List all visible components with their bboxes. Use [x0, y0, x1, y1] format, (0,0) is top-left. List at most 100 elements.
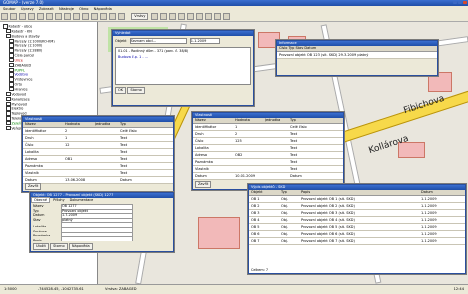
pan-icon[interactable]	[55, 13, 62, 20]
menu-window[interactable]: Okno	[79, 7, 88, 11]
property-row[interactable]: Lokalita Text	[23, 149, 173, 156]
report-row[interactable]: OB 1 Obj. Provozní objekt OB 1 (sit. SKD) 1…	[249, 196, 465, 203]
close-button[interactable]: Zavřít	[25, 183, 42, 190]
redo-icon[interactable]	[195, 13, 203, 20]
date-field[interactable]: 1.1.2009	[189, 38, 220, 44]
property-row[interactable]: Adresa OB1 Text	[23, 156, 173, 163]
draw-polygon-icon[interactable]	[159, 13, 167, 20]
property-row[interactable]: Datum 10.01.2009 Datum	[193, 173, 343, 180]
search-icon[interactable]	[109, 13, 116, 20]
cell: Obj.	[281, 211, 289, 215]
open-icon[interactable]	[10, 13, 17, 20]
info-row[interactable]: Provozní objekt OB 123 (sit. SKD) 29.3.2…	[277, 52, 437, 59]
ok-button[interactable]: OK	[115, 87, 127, 94]
property-row[interactable]: Poznámka Text	[23, 163, 173, 170]
cell: Provozní objekt OB 1 (sit. SKD)	[301, 197, 355, 201]
property-row[interactable]: Poznámka Text	[193, 159, 343, 166]
cell: Vlastník	[195, 167, 209, 171]
delete-icon[interactable]	[177, 13, 185, 20]
cell: OB1	[65, 157, 73, 161]
cell: 10.01.2009	[235, 174, 256, 178]
scale-readout: 1:5000	[4, 287, 17, 291]
result-item[interactable]: Budova č.p. 1 - ...	[118, 54, 250, 60]
help-button[interactable]: Nápověda	[68, 243, 93, 250]
field-input[interactable]	[61, 236, 133, 241]
measure-icon[interactable]	[73, 13, 80, 20]
cell: OB2	[235, 153, 243, 157]
select-icon[interactable]	[64, 13, 71, 20]
cell: OB 6	[251, 232, 260, 236]
report-row[interactable]: OB 7 Obj. Provozní objekt OB 7 (sit. SKD) 1…	[249, 238, 465, 245]
cell: Celé číslo	[120, 129, 137, 133]
checkbox-icon[interactable]	[3, 24, 8, 29]
menu-edit[interactable]: Úpravy	[21, 7, 34, 11]
property-row[interactable]: Vlastník Text	[193, 166, 343, 173]
property-row[interactable]: Adresa OB2 Text	[193, 152, 343, 159]
cell: Provozní objekt OB 3 (sit. SKD)	[301, 211, 355, 215]
info-icon[interactable]	[82, 13, 89, 20]
save-icon[interactable]	[19, 13, 26, 20]
property-row[interactable]: Identifikátor 1 Celé číslo	[193, 124, 343, 131]
cell: Text	[290, 160, 298, 164]
cell: Adresa	[25, 157, 38, 161]
property-row[interactable]: Číslo 125 Text	[193, 138, 343, 145]
new-icon[interactable]	[1, 13, 8, 20]
menu-tools[interactable]: Nástroje	[59, 7, 74, 11]
cell: 1.1.2009	[421, 239, 437, 243]
settings-icon[interactable]	[118, 13, 125, 20]
menu-file[interactable]: Soubor	[3, 7, 16, 11]
cancel-button[interactable]: Storno	[50, 243, 68, 250]
cell: Identifikátor	[195, 125, 217, 129]
close-button[interactable]: Zavřít	[195, 181, 212, 188]
export-icon[interactable]	[213, 13, 221, 20]
cell: Text	[290, 167, 298, 171]
zoom-in-icon[interactable]	[37, 13, 44, 20]
home-icon[interactable]	[204, 13, 212, 20]
cell: OB 4	[251, 218, 260, 222]
cell: OB 1	[251, 197, 260, 201]
help-icon[interactable]	[222, 13, 230, 20]
property-row[interactable]: Datum 13.06.2008 Datum	[23, 177, 173, 184]
cell: Adresa	[195, 153, 208, 157]
cell: Obj.	[281, 197, 289, 201]
draw-line-icon[interactable]	[150, 13, 158, 20]
property-row[interactable]: Číslo 12 Text	[23, 142, 173, 149]
cell: Identifikátor	[25, 129, 47, 133]
cell: Poznámka	[25, 164, 43, 168]
menu-help[interactable]: Nápověda	[94, 7, 112, 11]
tab-general[interactable]: Obecné	[31, 197, 51, 203]
layers-icon[interactable]	[91, 13, 98, 20]
undo-icon[interactable]	[186, 13, 194, 20]
property-row[interactable]: Vlastník Text	[23, 170, 173, 177]
refresh-icon[interactable]	[100, 13, 107, 20]
cell: Číslo	[25, 143, 34, 147]
object-field[interactable]: Seznam obcí...	[129, 38, 187, 44]
property-row[interactable]: Identifikátor 2 Celé číslo	[23, 128, 173, 135]
report-row[interactable]: OB 3 Obj. Provozní objekt OB 3 (sit. SKD) 1…	[249, 210, 465, 217]
report-row[interactable]: OB 5 Obj. Provozní objekt OB 5 (sit. SKD) 1…	[249, 224, 465, 231]
zoom-out-icon[interactable]	[46, 13, 53, 20]
report-row[interactable]: OB 6 Obj. Provozní objekt OB 6 (sit. SKD) 1…	[249, 231, 465, 238]
property-row[interactable]: Druh 2 Text	[193, 131, 343, 138]
print-icon[interactable]	[28, 13, 35, 20]
cancel-button[interactable]: Storno	[127, 87, 145, 94]
app-title: GOMAP - (verze 7.0)	[3, 0, 44, 5]
property-row[interactable]: Lokalita Text	[193, 145, 343, 152]
cell: Lokalita	[195, 146, 209, 150]
cell: Text	[290, 132, 298, 136]
layers-button[interactable]: Vrstvy	[131, 13, 149, 20]
save-button[interactable]: Uložit	[33, 243, 49, 250]
search-dialog: Vyhledat Objekt Seznam obcí... 1.1.2009 …	[112, 30, 254, 106]
maximize-icon[interactable]	[458, 1, 462, 4]
tab-documentation[interactable]: Dokumentace	[68, 198, 96, 202]
tab-attachments[interactable]: Přílohy	[51, 198, 67, 202]
cell: OB 7	[251, 239, 260, 243]
property-row[interactable]: Druh 1 Text	[23, 135, 173, 142]
properties-panel-mid: Vlastnosti Název Hodnota Jednotka Typ Ident…	[192, 112, 344, 190]
report-row[interactable]: OB 4 Obj. Provozní objekt OB 4 (sit. SKD) 1…	[249, 217, 465, 224]
menu-view[interactable]: Zobrazit	[39, 7, 54, 11]
draw-point-icon[interactable]	[168, 13, 176, 20]
minimize-icon[interactable]	[453, 1, 457, 4]
close-icon[interactable]	[463, 1, 467, 4]
report-row[interactable]: OB 2 Obj. Provozní objekt OB 2 (sit. SKD) 1…	[249, 203, 465, 210]
